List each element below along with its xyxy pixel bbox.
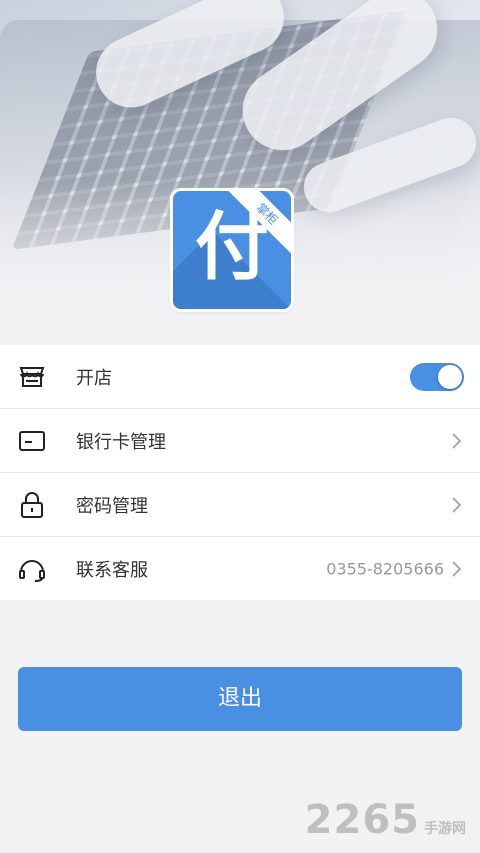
store-icon (16, 361, 48, 393)
menu-item-customer-service[interactable]: 联系客服 0355-8205666 (0, 537, 480, 600)
site-watermark: 2265 手游网 (305, 797, 466, 843)
menu-item-label: 银行卡管理 (76, 431, 166, 453)
toggle-knob (438, 364, 462, 389)
chevron-right-icon (452, 496, 462, 513)
app-logo: 付 掌柜 (173, 191, 291, 309)
service-phone-number: 0355-8205666 (326, 559, 444, 578)
menu-item-password[interactable]: 密码管理 (0, 473, 480, 537)
chevron-right-icon (452, 432, 462, 449)
watermark-text: 手游网 (424, 821, 466, 837)
bank-card-icon (16, 425, 48, 457)
watermark-number: 2265 (304, 797, 420, 843)
chevron-right-icon (452, 560, 462, 577)
menu-item-label: 联系客服 (76, 559, 148, 581)
menu-item-label: 密码管理 (76, 495, 148, 517)
headset-icon (16, 553, 48, 585)
menu-item-label: 开店 (76, 367, 112, 389)
menu-item-open-store: 开店 (0, 345, 480, 409)
menu-item-bank-card[interactable]: 银行卡管理 (0, 409, 480, 473)
lock-icon (16, 489, 48, 521)
settings-menu: 开店 银行卡管理 密码管理 联系客服 0355-8205666 (0, 345, 480, 600)
open-store-toggle[interactable] (410, 362, 464, 391)
logout-button[interactable]: 退出 (18, 667, 462, 731)
